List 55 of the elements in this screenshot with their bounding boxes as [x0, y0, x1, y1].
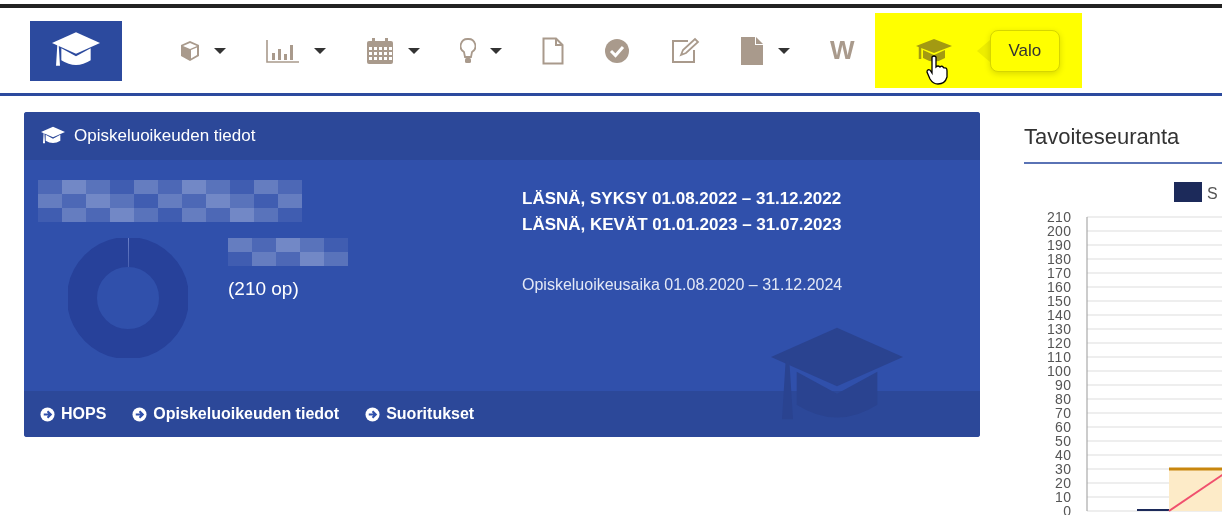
- file-icon: [740, 35, 764, 66]
- section-title: Tavoiteseuranta: [1023, 123, 1181, 151]
- axis-tick-label: 20: [1055, 475, 1071, 491]
- axis-tick-label: 100: [1047, 363, 1071, 379]
- footer-link[interactable]: Suoritukset: [365, 405, 475, 423]
- caret-icon: [778, 47, 790, 54]
- legend-label: S: [1207, 185, 1218, 202]
- caret-icon: [214, 47, 226, 54]
- lightbulb-icon: [460, 37, 476, 64]
- cube-icon: [180, 39, 200, 62]
- caret-icon: [490, 47, 502, 54]
- tooltip-pointer-icon: [976, 39, 990, 62]
- calendar-icon: [366, 36, 394, 65]
- caret-icon: [408, 47, 420, 54]
- footer-link[interactable]: Opiskeluoikeuden tiedot: [132, 405, 340, 423]
- logo[interactable]: [30, 20, 122, 81]
- axis-tick-label: 200: [1047, 223, 1071, 239]
- term-text: LÄSNÄ, KEVÄT 01.01.2023 – 31.07.2023: [522, 214, 843, 236]
- axis-tick-label: 110: [1047, 349, 1071, 365]
- tooltip: Valo: [989, 29, 1061, 72]
- axis-tick-label: 180: [1047, 251, 1071, 267]
- axis-tick-label: 140: [1047, 307, 1071, 323]
- card-title: Opiskeluoikeuden tiedot: [74, 126, 256, 146]
- arrow-circle-icon: [40, 406, 55, 422]
- axis-tick-label: 10: [1055, 489, 1071, 505]
- document-icon: [542, 36, 564, 65]
- axis-tick-label: 210: [1047, 209, 1071, 225]
- axis-tick-label: 60: [1055, 419, 1071, 435]
- axis-tick-label: 80: [1055, 391, 1071, 407]
- axis-tick-label: 120: [1047, 335, 1071, 351]
- caret-icon: [314, 47, 326, 54]
- axis-tick-label: 30: [1055, 461, 1071, 477]
- axis-tick-label: 170: [1047, 265, 1071, 281]
- axis-tick-label: 90: [1055, 377, 1071, 393]
- axis-tick-label: 130: [1047, 321, 1071, 337]
- credits-text: (210 op): [228, 278, 300, 300]
- nav-button[interactable]: Valo: [874, 13, 1083, 88]
- bar-chart-icon: [266, 38, 300, 63]
- axis-tick-label: 160: [1047, 279, 1071, 295]
- period-text: Opiskeluoikeusaika 01.08.2020 – 31.12.2024: [522, 276, 843, 294]
- edit-icon: [670, 36, 700, 65]
- arrow-circle-icon: [132, 406, 148, 422]
- axis-tick-label: 150: [1047, 293, 1071, 309]
- arrow-circle-icon: [365, 406, 381, 422]
- term-text: LÄSNÄ, SYKSY 01.08.2022 – 31.12.2022: [522, 188, 843, 210]
- footer-link[interactable]: HOPS: [40, 405, 107, 423]
- axis-tick-label: 190: [1047, 237, 1071, 253]
- checkmark-icon: [604, 37, 630, 64]
- goal-area-drawing: [1168, 467, 1222, 512]
- axis-tick-label: 40: [1055, 447, 1071, 463]
- axis-tick-label: 50: [1055, 433, 1071, 449]
- graduation-cap-icon: [40, 126, 66, 146]
- axis-tick-label: 70: [1055, 405, 1071, 421]
- legend-swatch: [1174, 182, 1202, 202]
- hand-cursor-icon: [924, 55, 949, 85]
